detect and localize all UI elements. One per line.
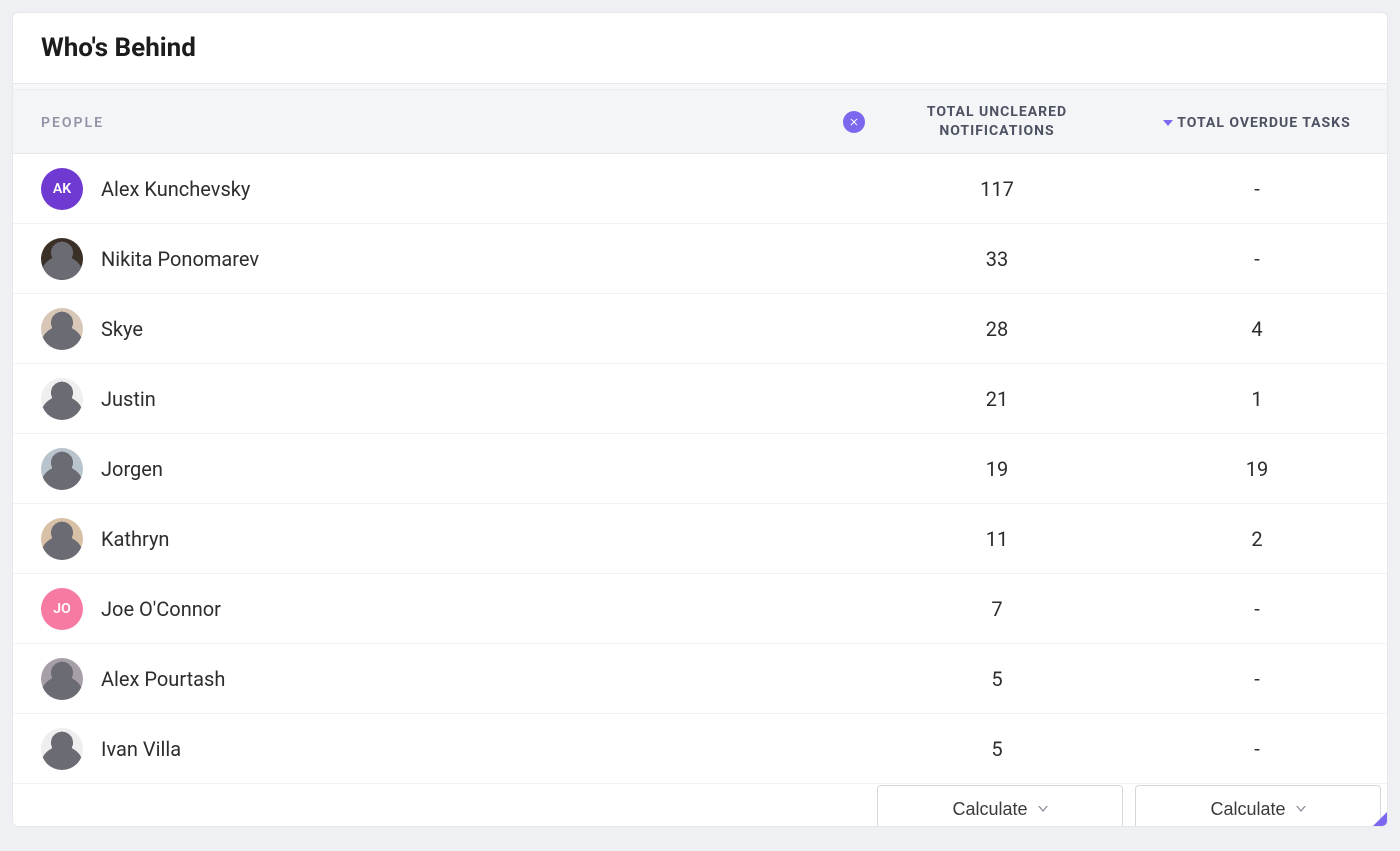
avatar[interactable] — [41, 658, 83, 700]
chevron-down-icon — [1296, 806, 1306, 812]
table-row[interactable]: JO Joe O'Connor 7- — [13, 574, 1387, 644]
cell-overdue: - — [1127, 247, 1387, 271]
cell-overdue: - — [1127, 667, 1387, 691]
person-name: Justin — [101, 387, 156, 411]
avatar[interactable] — [41, 728, 83, 770]
close-icon — [848, 116, 860, 128]
cell-people: Nikita Ponomarev — [13, 238, 867, 280]
table-row[interactable]: Ivan Villa 5- — [13, 714, 1387, 784]
column-header-notifications-label: TOTAL UNCLEARED NOTIFICATIONS — [927, 103, 1067, 139]
sort-indicator: TOTAL OVERDUE TASKS — [1163, 114, 1350, 132]
person-name: Ivan Villa — [101, 737, 181, 761]
table-footer: Calculate Calculate — [13, 784, 1387, 827]
avatar[interactable] — [41, 378, 83, 420]
avatar-photo-icon — [41, 448, 83, 490]
avatar[interactable] — [41, 518, 83, 560]
column-header-overdue[interactable]: TOTAL OVERDUE TASKS — [1127, 111, 1387, 132]
table-row[interactable]: Justin 211 — [13, 364, 1387, 434]
card-header: Who's Behind — [13, 13, 1387, 84]
avatar[interactable] — [41, 238, 83, 280]
table-row[interactable]: Nikita Ponomarev 33- — [13, 224, 1387, 294]
table-row[interactable]: Alex Pourtash 5- — [13, 644, 1387, 714]
cell-overdue: 1 — [1127, 387, 1387, 411]
cell-people: Jorgen — [13, 448, 867, 490]
calculate-notifications-button[interactable]: Calculate — [877, 785, 1123, 827]
cell-people: JO Joe O'Connor — [13, 588, 867, 630]
chevron-down-icon — [1038, 806, 1048, 812]
table-row[interactable]: Jorgen 1919 — [13, 434, 1387, 504]
person-name: Skye — [101, 317, 143, 341]
cell-overdue: 19 — [1127, 457, 1387, 481]
cell-notifications: 117 — [867, 177, 1127, 201]
person-name: Joe O'Connor — [101, 597, 221, 621]
column-header-notifications[interactable]: TOTAL UNCLEARED NOTIFICATIONS — [867, 103, 1127, 139]
cell-overdue: 4 — [1127, 317, 1387, 341]
calculate-overdue-button[interactable]: Calculate — [1135, 785, 1381, 827]
cell-people: Ivan Villa — [13, 728, 867, 770]
avatar-photo-icon — [41, 728, 83, 770]
person-name: Kathryn — [101, 527, 169, 551]
column-header-overdue-label: TOTAL OVERDUE TASKS — [1177, 114, 1350, 132]
person-name: Jorgen — [101, 457, 163, 481]
remove-column-icon[interactable] — [843, 111, 865, 133]
avatar-photo-icon — [41, 658, 83, 700]
avatar-photo-icon — [41, 308, 83, 350]
cell-notifications: 11 — [867, 527, 1127, 551]
card-title: Who's Behind — [41, 33, 1359, 63]
person-name: Alex Pourtash — [101, 667, 225, 691]
cell-people: Kathryn — [13, 518, 867, 560]
cell-people: AK Alex Kunchevsky — [13, 168, 867, 210]
avatar-photo-icon — [41, 378, 83, 420]
sort-caret-down-icon — [1163, 120, 1173, 126]
avatar-photo-icon — [41, 238, 83, 280]
cell-notifications: 33 — [867, 247, 1127, 271]
cell-overdue: 2 — [1127, 527, 1387, 551]
resize-handle-icon[interactable] — [1373, 812, 1387, 826]
person-name: Alex Kunchevsky — [101, 177, 250, 201]
cell-notifications: 21 — [867, 387, 1127, 411]
cell-people: Skye — [13, 308, 867, 350]
cell-people: Alex Pourtash — [13, 658, 867, 700]
cell-people: Justin — [13, 378, 867, 420]
cell-overdue: - — [1127, 737, 1387, 761]
cell-overdue: - — [1127, 177, 1387, 201]
cell-notifications: 19 — [867, 457, 1127, 481]
table-row[interactable]: Skye 284 — [13, 294, 1387, 364]
table-body: AKAlex Kunchevsky117-Nikita Ponomarev33-… — [13, 154, 1387, 784]
avatar[interactable] — [41, 448, 83, 490]
person-name: Nikita Ponomarev — [101, 247, 259, 271]
whos-behind-card: Who's Behind PEOPLE TOTAL UNCLEARED NOTI… — [12, 12, 1388, 827]
cell-notifications: 28 — [867, 317, 1127, 341]
cell-overdue: - — [1127, 597, 1387, 621]
cell-notifications: 5 — [867, 667, 1127, 691]
table-row[interactable]: Kathryn 112 — [13, 504, 1387, 574]
table-row[interactable]: AK Alex Kunchevsky 117- — [13, 154, 1387, 224]
avatar[interactable] — [41, 308, 83, 350]
column-header-people-label: PEOPLE — [41, 115, 104, 131]
column-header-people[interactable]: PEOPLE — [13, 112, 867, 131]
cell-notifications: 7 — [867, 597, 1127, 621]
cell-notifications: 5 — [867, 737, 1127, 761]
table-header-row: PEOPLE TOTAL UNCLEARED NOTIFICATIONS TOT… — [13, 90, 1387, 154]
avatar[interactable]: JO — [41, 588, 83, 630]
avatar[interactable]: AK — [41, 168, 83, 210]
avatar-photo-icon — [41, 518, 83, 560]
